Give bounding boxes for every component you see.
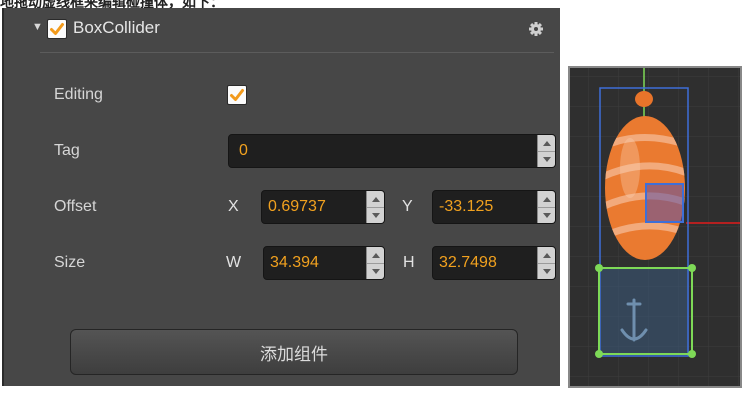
scene-canvas bbox=[570, 68, 740, 386]
decrement-arrow-icon[interactable] bbox=[538, 207, 555, 223]
size-w-value: 34.394 bbox=[270, 254, 319, 271]
increment-arrow-icon[interactable] bbox=[367, 191, 384, 208]
collider-center-box[interactable] bbox=[645, 183, 684, 223]
checkmark-icon bbox=[50, 23, 64, 35]
size-w-input[interactable]: 34.394 bbox=[263, 246, 385, 280]
header-divider bbox=[40, 52, 554, 53]
component-header[interactable]: ▼ BoxCollider bbox=[4, 8, 560, 48]
offset-x-input[interactable]: 0.69737 bbox=[261, 190, 385, 224]
resize-handle-top-left[interactable] bbox=[595, 264, 603, 272]
tag-label: Tag bbox=[54, 142, 80, 159]
offset-y-input[interactable]: -33.125 bbox=[432, 190, 556, 224]
offset-y-stepper[interactable] bbox=[537, 191, 555, 223]
inspector-panel: ▼ BoxCollider Editing Tag 0 Offset X 0.6… bbox=[2, 8, 560, 386]
scene-view[interactable] bbox=[568, 66, 742, 388]
offset-y-label: Y bbox=[402, 198, 413, 215]
size-h-stepper[interactable] bbox=[537, 247, 555, 279]
decrement-arrow-icon[interactable] bbox=[367, 207, 384, 223]
offset-x-value: 0.69737 bbox=[268, 198, 326, 215]
component-enabled-checkbox[interactable] bbox=[47, 19, 67, 39]
offset-x-label: X bbox=[228, 198, 239, 215]
resize-handle-bottom-left[interactable] bbox=[595, 350, 603, 358]
size-h-input[interactable]: 32.7498 bbox=[432, 246, 556, 280]
add-component-button[interactable]: 添加组件 bbox=[70, 329, 518, 375]
resize-handle-bottom-right[interactable] bbox=[688, 350, 696, 358]
component-title: BoxCollider bbox=[73, 18, 160, 37]
offset-label: Offset bbox=[54, 198, 97, 215]
float-top-knob bbox=[635, 91, 653, 107]
editing-label: Editing bbox=[54, 86, 103, 103]
increment-arrow-icon[interactable] bbox=[538, 247, 555, 264]
offset-x-stepper[interactable] bbox=[366, 191, 384, 223]
decrement-arrow-icon[interactable] bbox=[367, 263, 384, 279]
collapse-triangle-icon[interactable]: ▼ bbox=[32, 21, 43, 33]
increment-arrow-icon[interactable] bbox=[367, 247, 384, 264]
checkmark-icon bbox=[230, 89, 244, 101]
size-w-stepper[interactable] bbox=[366, 247, 384, 279]
increment-arrow-icon[interactable] bbox=[538, 135, 555, 152]
tag-input[interactable]: 0 bbox=[228, 134, 556, 168]
size-h-value: 32.7498 bbox=[439, 254, 497, 271]
editing-checkbox[interactable] bbox=[227, 85, 247, 105]
increment-arrow-icon[interactable] bbox=[538, 191, 555, 208]
decrement-arrow-icon[interactable] bbox=[538, 151, 555, 167]
caption-text: 地拖动虚线框来编辑碰撞体，如下： bbox=[0, 0, 224, 8]
size-label: Size bbox=[54, 254, 86, 271]
tag-value: 0 bbox=[239, 142, 248, 159]
size-h-label: H bbox=[403, 254, 415, 271]
offset-y-value: -33.125 bbox=[439, 198, 494, 215]
size-w-label: W bbox=[226, 254, 242, 271]
lower-region-fill bbox=[599, 268, 689, 354]
resize-handle-top-right[interactable] bbox=[688, 264, 696, 272]
decrement-arrow-icon[interactable] bbox=[538, 263, 555, 279]
gear-icon[interactable] bbox=[528, 21, 544, 37]
tag-stepper[interactable] bbox=[537, 135, 555, 167]
